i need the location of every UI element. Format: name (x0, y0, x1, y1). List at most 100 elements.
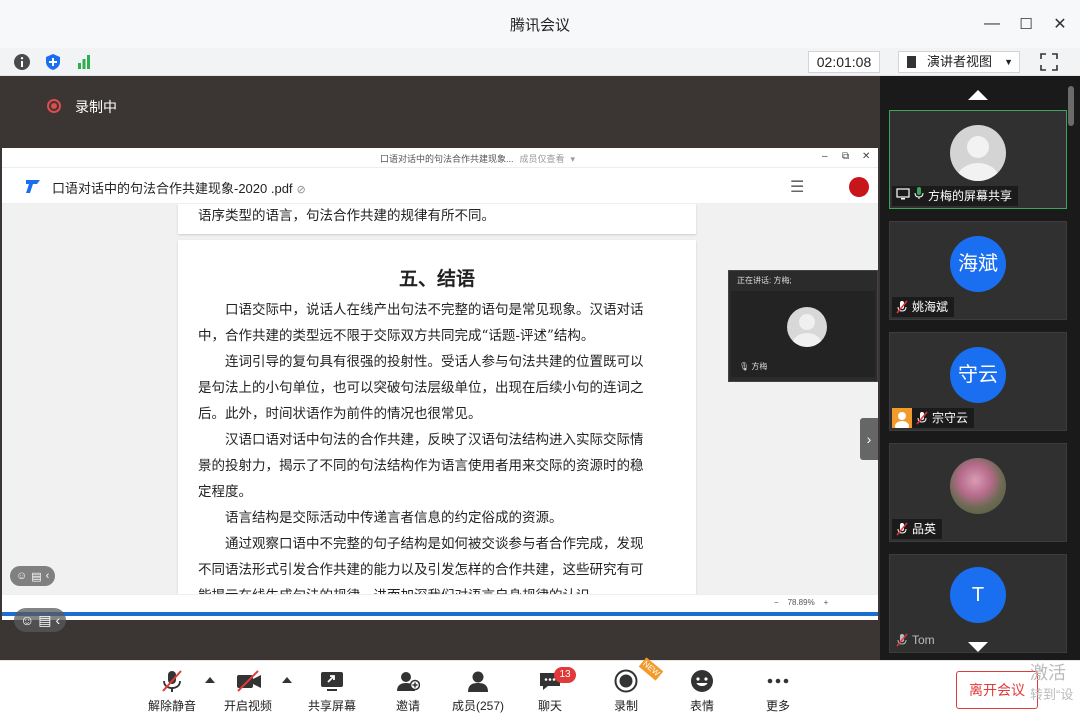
participant-avatar: 守云 (950, 347, 1006, 403)
collapse-icon: ‹ (45, 570, 50, 582)
close-button[interactable]: ✕ (1046, 12, 1074, 36)
window-title: 腾讯会议 (509, 17, 570, 34)
share-border-line (2, 612, 878, 616)
participant-name: 姚海斌 (912, 300, 949, 314)
meeting-timer: 02:01:08 (808, 51, 880, 73)
participant-tile[interactable]: 守云 宗守云 (889, 332, 1067, 431)
view-label: 演讲者视图 (927, 54, 993, 69)
reactions-button[interactable]: 表情 (670, 661, 734, 720)
previous-page-line: 语序类型的语言，句法合作共建的规律有所不同。 (198, 208, 495, 224)
gallery-scrollbar[interactable] (1068, 86, 1074, 126)
layout-icon (907, 56, 921, 68)
danmaku-icon: ▤ (31, 570, 42, 583)
document-line: 不同语法形式引发合作共建的能力以及引发怎样的合作共建，这些研究有可 (198, 562, 644, 578)
pdf-close-icon[interactable]: ✕ (862, 151, 870, 162)
document-line: 连词引导的复句具有很强的投射性。受话人参与句法共建的位置既可以 (198, 354, 644, 370)
document-line: 是句法上的小句单位，也可以突破句法层级单位，出现在后续小句的连词之 (198, 380, 644, 396)
section-heading: 五、结语 (398, 268, 475, 290)
meeting-toolbar: 解除静音 开启视频 共享屏幕 邀请 成员(257) 聊天 13 录制 NEW 表… (0, 657, 1080, 720)
reactions-label: 表情 (689, 699, 714, 713)
menu-icon[interactable]: ☰ (790, 177, 804, 197)
watermark-line-1: 激活 (1030, 663, 1066, 683)
pdf-file-tab[interactable]: 口语对话中的句法合作共建现象-2020 .pdf ⊘ (52, 178, 306, 197)
scroll-down-icon[interactable] (968, 642, 988, 652)
floating-reaction-control-large[interactable]: ☺ ▤ ‹ (14, 608, 67, 632)
mic-muted-icon (916, 411, 928, 425)
collapse-icon: ‹ (55, 612, 61, 628)
saved-check-icon: ⊘ (296, 184, 306, 196)
zoom-control[interactable]: − 78.89% + (774, 598, 828, 607)
signal-strength-icon[interactable] (74, 52, 94, 72)
document-line: 后。此外，时间状语作为前件的情况也很常见。 (198, 406, 482, 422)
mic-muted-icon (896, 522, 908, 536)
participant-tile[interactable]: T Tom (889, 554, 1067, 653)
more-button[interactable]: 更多 (746, 661, 810, 720)
meeting-info-bar: 02:01:08 演讲者视图 ▼ (0, 48, 1080, 76)
members-button[interactable]: 成员(257) (446, 661, 510, 720)
pdf-minimize-icon[interactable]: – (822, 151, 828, 162)
pdf-app-logo-icon (24, 177, 42, 195)
watermark-line-2: 转到“设 (1030, 687, 1074, 702)
speaker-name: 🎙 方梅 (739, 361, 767, 372)
previous-page: 语序类型的语言，句法合作共建的规律有所不同。 (178, 204, 696, 234)
recording-status-bar: 录制中 (0, 76, 880, 146)
participant-avatar: T (950, 567, 1006, 623)
chevron-down-icon: ▼ (1004, 57, 1013, 67)
expand-panel-button[interactable]: › (860, 418, 878, 460)
speaker-avatar (787, 307, 827, 347)
zoom-out-icon[interactable]: − (774, 598, 779, 607)
caption-caret-icon: ▾ (570, 154, 576, 164)
participant-name-bar: 姚海斌 (892, 297, 955, 317)
members-label: 成员(257) (451, 699, 504, 713)
fullscreen-icon[interactable] (1038, 51, 1060, 73)
participant-name-bar: 方梅的屏幕共享 (892, 186, 1019, 206)
invite-button[interactable]: 邀请 (376, 661, 440, 720)
minimize-button[interactable]: — (978, 12, 1006, 36)
document-line: 景的投射力，揭示了不同的句法结构作为语言使用者用来交际的资源时的稳 (198, 458, 644, 474)
video-options-caret-icon[interactable] (282, 677, 292, 683)
emoji-icon: ☺ (16, 570, 28, 582)
emoji-icon: ☺ (20, 612, 35, 628)
security-shield-icon[interactable] (43, 52, 63, 72)
audio-options-caret-icon[interactable] (205, 677, 215, 683)
leave-meeting-button[interactable]: 离开会议 (956, 671, 1038, 709)
unmute-button[interactable]: 解除静音 (140, 661, 204, 720)
mic-on-icon: 🎙 (739, 362, 750, 371)
participant-avatar (950, 458, 1006, 514)
participant-tile[interactable]: 海斌 姚海斌 (889, 221, 1067, 320)
record-icon (614, 669, 638, 693)
pdf-restore-icon[interactable]: ⧉ (842, 151, 849, 162)
speaker-view-dropdown[interactable]: 演讲者视图 ▼ (898, 51, 1020, 73)
more-label: 更多 (765, 699, 790, 713)
shared-pdf-window: 口语对话中的句法合作共建现象... 成员仅查看 ▾ – ⧉ ✕ 口语对话中的句法合作… (2, 148, 878, 620)
mic-on-icon (914, 186, 924, 206)
participant-avatar (950, 125, 1006, 181)
pdf-file-name: 口语对话中的句法合作共建现象-2020 .pdf (52, 181, 293, 196)
emoji-icon (690, 669, 714, 693)
record-label: 录制 (613, 699, 638, 713)
share-screen-button[interactable]: 共享屏幕 (300, 661, 364, 720)
maximize-button[interactable]: ☐ (1012, 12, 1040, 36)
start-video-label: 开启视频 (223, 699, 272, 713)
info-icon[interactable] (12, 52, 32, 72)
screen-share-icon (896, 186, 910, 206)
recording-label: 录制中 (75, 99, 117, 115)
floating-reaction-control[interactable]: ☺ ▤ ‹ (10, 566, 56, 586)
scroll-up-icon[interactable] (968, 90, 988, 100)
pdf-caption-subtitle: 成员仅查看 (519, 154, 565, 164)
speaking-label: 正在讲话: 方梅; (737, 276, 792, 285)
active-speaker-panel: 正在讲话: 方梅; 🎙 方梅 (728, 270, 878, 382)
participant-tile[interactable]: 品英 (889, 443, 1067, 542)
document-line: 中，合作共建的类型远不限于交际双方共同完成“话题-评述”结构。 (198, 328, 595, 344)
document-line: 通过观察口语中不完整的句子结构是如何被交谈参与者合作完成，发现 (198, 536, 644, 552)
pdf-status-bar: − 78.89% + (2, 594, 878, 612)
danmaku-icon: ▤ (38, 611, 52, 628)
activation-watermark: 激活 转到“设 (1030, 662, 1073, 706)
zoom-level: 78.89% (787, 598, 815, 607)
participant-tile[interactable]: 方梅的屏幕共享 (889, 110, 1067, 209)
pdf-caption-text: 口语对话中的句法合作共建现象... 成员仅查看 ▾ (380, 152, 575, 165)
zoom-in-icon[interactable]: + (824, 598, 829, 607)
chat-label: 聊天 (537, 699, 562, 713)
start-video-button[interactable]: 开启视频 (216, 661, 280, 720)
user-avatar[interactable] (849, 177, 869, 197)
